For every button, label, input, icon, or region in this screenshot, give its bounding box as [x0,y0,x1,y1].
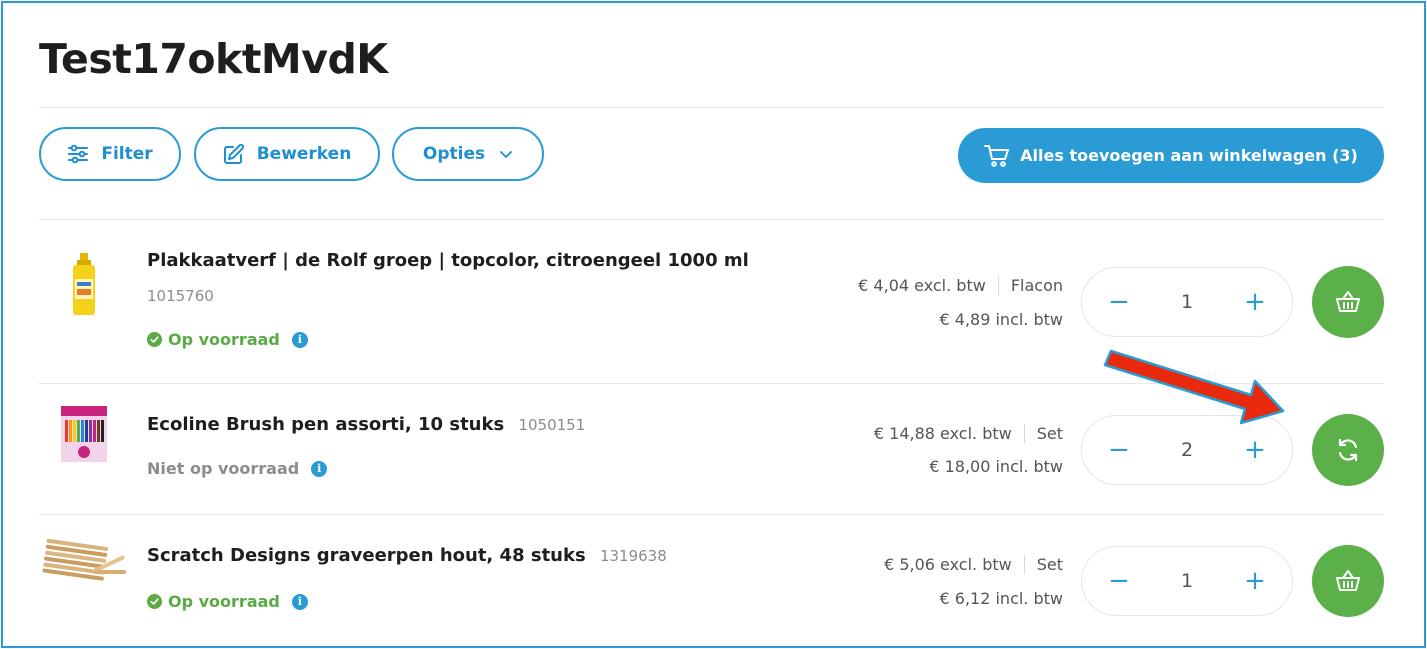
wood-pens-image [42,538,126,581]
add-all-to-cart-button[interactable]: Alles toevoegen aan winkelwagen (3) [958,128,1384,183]
price-incl: € 6,12 incl. btw [939,589,1064,608]
product-row: Scratch Designs graveerpen hout, 48 stuk… [39,515,1384,645]
brush-pen-pack-image [61,406,107,462]
options-label: Opties [422,144,486,164]
product-image-wood-pens[interactable] [39,527,129,597]
check-circle-icon [147,594,162,609]
product-name[interactable]: Ecoline Brush pen assorti, 10 stuks [147,414,504,435]
price-excl: € 5,06 excl. btw Set [884,555,1063,574]
chevron-down-icon [500,151,513,158]
price-excl-value: € 14,88 excl. btw [873,424,1012,443]
info-icon[interactable]: i [311,460,328,477]
page-frame: Test17oktMvdK Filter Bewerken Opties All… [1,1,1426,648]
quantity-value[interactable]: 1 [1181,291,1193,313]
check-circle-icon [147,332,162,347]
options-dropdown[interactable]: Opties [392,127,544,181]
unit-label: Flacon [997,276,1063,295]
sliders-icon [68,144,89,164]
stock-label: Niet op voorraad [147,459,300,478]
paint-bottle-image [73,253,95,315]
increase-quantity-button[interactable]: + [1242,437,1268,463]
product-sku: 1015760 [147,287,214,305]
page-title: Test17oktMvdK [39,35,388,83]
basket-icon [1336,291,1360,312]
edit-button[interactable]: Bewerken [194,127,380,181]
basket-icon [1336,570,1360,591]
update-cart-button[interactable] [1312,414,1384,486]
increase-quantity-button[interactable]: + [1242,568,1268,594]
stock-status: Op voorraad i [147,330,308,349]
price-excl: € 4,04 excl. btw Flacon [858,276,1063,295]
price-excl-value: € 4,04 excl. btw [858,276,986,295]
add-to-cart-button[interactable] [1312,266,1384,338]
price-incl: € 4,89 incl. btw [939,310,1064,329]
price-excl: € 14,88 excl. btw Set [874,424,1063,443]
unit-label: Set [1023,555,1063,574]
decrease-quantity-button[interactable]: − [1106,289,1132,315]
product-image-paint-bottle[interactable] [39,250,129,320]
price-incl: € 18,00 incl. btw [929,457,1063,476]
product-name[interactable]: Plakkaatverf | de Rolf groep | topcolor,… [147,250,749,271]
stock-status: Niet op voorraad i [147,459,328,478]
title-divider [39,107,1384,108]
filter-label: Filter [101,144,153,164]
product-image-brush-pens[interactable] [39,399,129,469]
stock-label: Op voorraad [168,592,280,611]
stock-label: Op voorraad [168,330,280,349]
unit-label: Set [1023,424,1063,443]
product-name[interactable]: Scratch Designs graveerpen hout, 48 stuk… [147,545,586,566]
price-excl-value: € 5,06 excl. btw [884,555,1012,574]
decrease-quantity-button[interactable]: − [1106,437,1132,463]
annotation-arrow-icon [1103,349,1285,425]
filter-button[interactable]: Filter [39,127,181,181]
product-name-line: Scratch Designs graveerpen hout, 48 stuk… [147,545,667,566]
product-sku: 1319638 [599,547,667,565]
edit-label: Bewerken [256,144,352,164]
refresh-icon [1338,438,1358,462]
info-icon[interactable]: i [291,593,308,610]
info-icon[interactable]: i [291,331,308,348]
add-all-label: Alles toevoegen aan winkelwagen (3) [1020,146,1358,165]
increase-quantity-button[interactable]: + [1242,289,1268,315]
add-to-cart-button[interactable] [1312,545,1384,617]
quantity-stepper: − 1 + [1081,546,1293,616]
quantity-stepper: − 1 + [1081,267,1293,337]
product-name-line: Ecoline Brush pen assorti, 10 stuks 1050… [147,414,585,435]
decrease-quantity-button[interactable]: − [1106,568,1132,594]
product-sku: 1050151 [518,416,586,434]
quantity-value[interactable]: 2 [1181,439,1193,461]
quantity-value[interactable]: 1 [1181,570,1193,592]
stock-status: Op voorraad i [147,592,308,611]
edit-icon [223,143,244,164]
cart-icon [984,144,1010,167]
